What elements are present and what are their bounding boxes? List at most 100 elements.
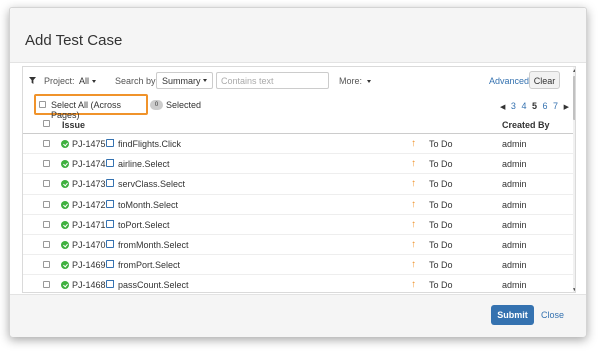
- chevron-down-icon: [367, 80, 372, 84]
- test-type-icon: [61, 220, 69, 229]
- issue-summary: servClass.Select: [118, 179, 186, 190]
- issue-summary: fromPort.Select: [118, 260, 181, 271]
- dialog-title: Add Test Case: [25, 32, 123, 49]
- project-label: Project:: [44, 76, 75, 86]
- external-link-icon[interactable]: [106, 139, 114, 147]
- issue-status: To Do: [429, 219, 453, 230]
- page-link-4[interactable]: 4: [521, 101, 526, 111]
- row-checkbox[interactable]: [43, 261, 50, 269]
- created-by: admin: [502, 239, 527, 250]
- table-row[interactable]: PJ-1468 passCount.Select ↑ To Do admin: [23, 275, 573, 292]
- scroll-up-arrow-icon[interactable]: ▲: [572, 68, 575, 74]
- table-row[interactable]: PJ-1473 servClass.Select ↑ To Do admin: [23, 174, 573, 195]
- close-link[interactable]: Close: [541, 310, 564, 320]
- table-row[interactable]: PJ-1472 toMonth.Select ↑ To Do admin: [23, 195, 573, 215]
- select-all-across-pages[interactable]: Select All (Across Pages): [34, 94, 148, 120]
- table-row[interactable]: PJ-1474 airline.Select ↑ To Do admin: [23, 154, 573, 175]
- header-checkbox[interactable]: [43, 120, 50, 127]
- table-row[interactable]: PJ-1470 fromMonth.Select ↑ To Do admin: [23, 235, 573, 256]
- page-current-5: 5: [531, 101, 537, 111]
- contains-text-input[interactable]: [216, 72, 329, 89]
- chevron-down-icon: [92, 80, 97, 84]
- issue-key[interactable]: PJ-1472: [72, 200, 106, 210]
- issue-summary: fromMonth.Select: [118, 239, 189, 250]
- issue-key[interactable]: PJ-1475: [72, 139, 106, 149]
- table-row[interactable]: PJ-1469 fromPort.Select ↑ To Do admin: [23, 255, 573, 276]
- page-link-3[interactable]: 3: [511, 101, 516, 111]
- table-row[interactable]: PJ-1475 findFlights.Click ↑ To Do admin: [23, 134, 573, 155]
- row-checkbox[interactable]: [43, 220, 50, 228]
- created-by: admin: [502, 219, 527, 230]
- page-link-6[interactable]: 6: [543, 101, 548, 111]
- external-link-icon[interactable]: [106, 280, 114, 289]
- chevron-down-icon: [203, 79, 207, 82]
- add-test-case-dialog: Add Test Case Project: All Search by Sum…: [9, 7, 587, 337]
- row-checkbox[interactable]: [43, 140, 50, 147]
- column-header-issue[interactable]: Issue: [62, 120, 85, 130]
- issue-status: To Do: [429, 139, 453, 149]
- issue-status: To Do: [429, 199, 453, 210]
- pagination: ◀ 3 4 5 6 7 ▶: [500, 101, 572, 111]
- clear-button[interactable]: Clear: [529, 71, 560, 89]
- project-select[interactable]: All: [79, 76, 97, 86]
- external-link-icon[interactable]: [106, 260, 114, 269]
- created-by: admin: [502, 199, 527, 210]
- issue-key[interactable]: PJ-1471: [72, 220, 106, 230]
- issue-summary: toMonth.Select: [118, 199, 179, 210]
- created-by: admin: [502, 139, 527, 149]
- test-type-icon: [61, 240, 69, 249]
- row-checkbox[interactable]: [43, 160, 50, 168]
- advanced-link[interactable]: Advanced: [489, 76, 529, 86]
- priority-up-arrow-icon: ↑: [411, 279, 416, 291]
- issue-status: To Do: [429, 239, 453, 250]
- priority-up-arrow-icon: ↑: [411, 218, 416, 230]
- issue-status: To Do: [429, 260, 453, 271]
- priority-up-arrow-icon: ↑: [411, 178, 416, 190]
- issue-key[interactable]: PJ-1469: [72, 260, 106, 270]
- row-checkbox[interactable]: [43, 281, 50, 289]
- table-row[interactable]: PJ-1471 toPort.Select ↑ To Do admin: [23, 215, 573, 235]
- scroll-down-arrow-icon[interactable]: ▼: [572, 287, 575, 292]
- test-type-icon: [61, 160, 69, 169]
- created-by: admin: [502, 179, 527, 190]
- selected-count-badge: 0: [150, 100, 163, 110]
- submit-button[interactable]: Submit: [491, 305, 534, 325]
- search-by-select[interactable]: Summary: [156, 72, 213, 89]
- issue-key[interactable]: PJ-1468: [72, 280, 106, 290]
- issue-key[interactable]: PJ-1474: [72, 159, 106, 169]
- external-link-icon[interactable]: [106, 179, 114, 188]
- priority-up-arrow-icon: ↑: [411, 198, 416, 210]
- column-header-created-by[interactable]: Created By: [502, 120, 550, 130]
- issue-key[interactable]: PJ-1470: [72, 240, 106, 250]
- priority-up-arrow-icon: ↑: [411, 138, 416, 149]
- priority-up-arrow-icon: ↑: [411, 238, 416, 250]
- more-select[interactable]: More:: [339, 76, 372, 86]
- dialog-header: Add Test Case: [10, 8, 586, 63]
- issue-summary: toPort.Select: [118, 219, 170, 230]
- external-link-icon[interactable]: [106, 199, 114, 208]
- more-label: More:: [339, 76, 363, 86]
- funnel-icon[interactable]: [29, 77, 36, 84]
- page-link-7[interactable]: 7: [553, 101, 558, 111]
- row-checkbox[interactable]: [43, 240, 50, 248]
- issue-summary: findFlights.Click: [118, 139, 182, 149]
- select-all-checkbox[interactable]: [39, 101, 46, 108]
- issue-summary: passCount.Select: [118, 280, 189, 291]
- next-page-icon[interactable]: ▶: [564, 104, 569, 111]
- row-checkbox[interactable]: [43, 200, 50, 208]
- dialog-content: Project: All Search by Summary More: Adv…: [22, 66, 576, 293]
- test-type-icon: [61, 140, 69, 148]
- previous-page-icon[interactable]: ◀: [500, 104, 505, 111]
- issue-key[interactable]: PJ-1473: [72, 179, 106, 189]
- row-checkbox[interactable]: [43, 180, 50, 188]
- external-link-icon[interactable]: [106, 239, 114, 248]
- issue-table-body: PJ-1475 findFlights.Click ↑ To Do admin …: [23, 134, 573, 292]
- created-by: admin: [502, 159, 527, 170]
- external-link-icon[interactable]: [106, 159, 114, 168]
- dialog-footer: Submit Close: [10, 294, 586, 337]
- scrollbar-thumb[interactable]: [573, 76, 575, 120]
- issue-summary: airline.Select: [118, 159, 170, 170]
- external-link-icon[interactable]: [106, 219, 114, 228]
- table-header: Issue Created By: [23, 116, 573, 134]
- issue-status: To Do: [429, 159, 453, 170]
